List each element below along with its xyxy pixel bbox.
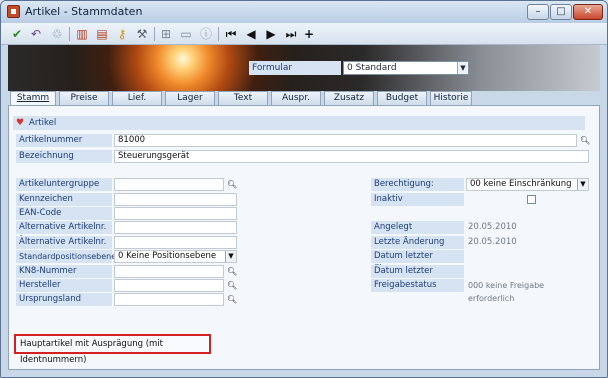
artikelnummer-field[interactable]: 81000 — [114, 134, 577, 147]
tab-historie[interactable]: Historie — [430, 91, 472, 105]
inaktiv-label: Inaktiv — [371, 193, 464, 206]
standardpositionsebene-label: Standardpositionsebene — [16, 250, 116, 263]
artikelnummer-label: Artikelnummer — [16, 134, 112, 147]
maximize-button[interactable]: □ — [550, 4, 572, 20]
window-title: Artikel - Stammdaten — [25, 5, 143, 18]
berechtigung-label: Berechtigung: — [371, 178, 464, 191]
print-icon[interactable]: ▭ — [178, 26, 194, 42]
section-header-artikel: ♥ Artikel — [13, 116, 585, 130]
tab-stamm[interactable]: Stamm — [10, 91, 56, 106]
section-title: Artikel — [29, 118, 57, 128]
delete-icon[interactable]: ♲ — [49, 26, 65, 42]
ean-code-field[interactable] — [114, 207, 237, 220]
toolbar: ✔ ↶ ♲ ▥ ▤ ⚷ ⚒ ⊞ ▭ ⓘ ⏮ ◀ ▶ ⏭ + — [1, 23, 607, 45]
search-icon[interactable]: 🔍︎ — [227, 280, 237, 291]
article-type-hint: Hauptartikel mit Ausprägung (mit Identnu… — [14, 334, 211, 365]
tab-text[interactable]: Text — [218, 91, 268, 105]
letzte-aenderung-value: 20.05.2010 — [468, 237, 517, 247]
bezeichnung-label: Bezeichnung — [16, 150, 112, 163]
tab-bar: Stamm Preise Lief. Lager Text Auspr. Zus… — [8, 91, 600, 106]
search-icon[interactable]: 🔍︎ — [580, 135, 590, 146]
kennzeichen-label: Kennzeichen — [16, 193, 112, 206]
tab-zusatz[interactable]: Zusatz — [324, 91, 374, 105]
app-icon — [7, 5, 20, 18]
minimize-button[interactable]: – — [527, 4, 549, 20]
search-icon[interactable]: 🔍︎ — [227, 266, 237, 277]
close-button[interactable]: ✕ — [573, 4, 603, 20]
undo-icon[interactable]: ↶ — [28, 26, 44, 42]
bezeichnung-field[interactable]: Steuerungsgerät — [114, 150, 589, 163]
toolbar-separator — [154, 27, 155, 41]
formular-label: Formular — [249, 61, 341, 75]
prev-icon[interactable]: ◀ — [243, 26, 259, 42]
artikeluntergruppe-label: Artikeluntergruppe — [16, 178, 112, 191]
tab-lager[interactable]: Lager — [165, 91, 215, 105]
check-icon[interactable]: ✔ — [9, 26, 25, 42]
formular-select[interactable]: 0 Standard ▼ — [343, 61, 469, 75]
hersteller-field[interactable] — [114, 279, 224, 292]
last-icon[interactable]: ⏭ — [283, 26, 299, 42]
chevron-down-icon[interactable]: ▼ — [225, 251, 236, 262]
ursprungsland-field[interactable] — [114, 293, 224, 306]
first-icon[interactable]: ⏮ — [223, 26, 239, 42]
inaktiv-checkbox[interactable] — [527, 195, 536, 204]
standardpositionsebene-select[interactable]: 0 Keine Positionsebene ▼ — [114, 250, 237, 263]
freigabestatus-value: 000 keine Freigabe erforderlich — [468, 281, 545, 303]
article-icon: ♥ — [16, 118, 25, 128]
freigabestatus-label: Freigabestatus — [371, 279, 464, 292]
search-icon[interactable]: 🔍︎ — [227, 294, 237, 305]
standardpositionsebene-value: 0 Keine Positionsebene — [118, 251, 217, 261]
datum-letzter-eingang-label: Datum letzter Eingang — [371, 250, 464, 274]
angelegt-label: Angelegt — [371, 221, 464, 234]
formular-value: 0 Standard — [347, 63, 397, 73]
report-icon[interactable]: ▤ — [94, 26, 110, 42]
tab-auspr[interactable]: Auspr. — [271, 91, 321, 105]
title-bar: Artikel - Stammdaten – □ ✕ — [1, 1, 607, 23]
alt-artikelnr-2-label: Alternative Artikelnr. 2 — [16, 236, 112, 260]
chevron-down-icon[interactable]: ▼ — [457, 62, 468, 74]
ean-code-label: EAN-Code — [16, 207, 112, 220]
toolbar-separator — [218, 27, 219, 41]
add-icon[interactable]: + — [301, 26, 317, 42]
letzte-aenderung-label: Letzte Änderung — [371, 236, 464, 249]
berechtigung-select[interactable]: 00 keine Einschränkung ▼ — [466, 178, 589, 191]
kn8-nummer-label: KN8-Nummer — [16, 265, 112, 278]
info-icon[interactable]: ⓘ — [198, 26, 214, 42]
tools-icon[interactable]: ⚒ — [134, 26, 150, 42]
alt-artikelnr-1-label: Alternative Artikelnr. 1 — [16, 221, 112, 245]
window: Artikel - Stammdaten – □ ✕ ✔ ↶ ♲ ▥ ▤ ⚷ ⚒… — [0, 0, 608, 378]
kennzeichen-field[interactable] — [114, 193, 237, 206]
tab-lief[interactable]: Lief. — [112, 91, 162, 105]
alt-artikelnr-2-field[interactable] — [114, 236, 237, 249]
alt-artikelnr-1-field[interactable] — [114, 221, 237, 234]
chevron-down-icon[interactable]: ▼ — [577, 179, 588, 190]
layout-icon[interactable]: ⊞ — [158, 26, 174, 42]
berechtigung-value: 00 keine Einschränkung — [470, 179, 572, 189]
toolbar-separator — [69, 27, 70, 41]
angelegt-value: 20.05.2010 — [468, 222, 517, 232]
datum-letzter-ausgang-label: Datum letzter Ausgang — [371, 265, 464, 289]
key-icon[interactable]: ⚷ — [114, 26, 130, 42]
tab-preise[interactable]: Preise — [59, 91, 109, 105]
chart-icon[interactable]: ▥ — [74, 26, 90, 42]
ursprungsland-label: Ursprungsland — [16, 293, 112, 306]
tab-budget[interactable]: Budget — [377, 91, 427, 105]
next-icon[interactable]: ▶ — [263, 26, 279, 42]
artikeluntergruppe-field[interactable] — [114, 178, 224, 191]
hersteller-label: Hersteller — [16, 279, 112, 292]
search-icon[interactable]: 🔍︎ — [227, 179, 237, 190]
kn8-nummer-field[interactable] — [114, 265, 224, 278]
